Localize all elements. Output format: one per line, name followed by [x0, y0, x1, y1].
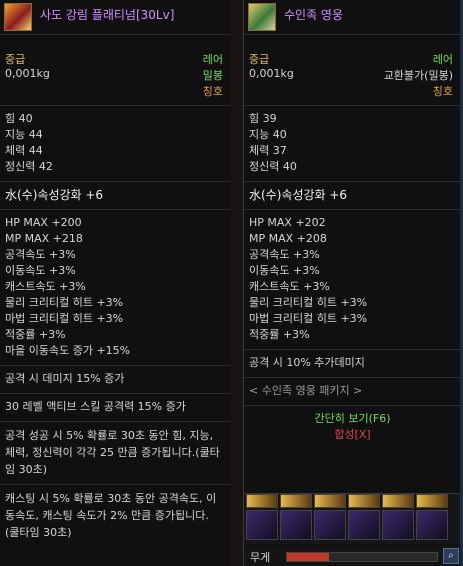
inventory-slot[interactable]	[246, 494, 278, 508]
search-icon[interactable]: ⌕	[443, 548, 459, 564]
divider	[0, 421, 231, 422]
weight-bar-fill	[287, 553, 329, 561]
right-bonus: MP MAX +208	[249, 232, 327, 245]
left-bonus: 마을 이동속도 증가 +15%	[5, 344, 131, 357]
right-item-title: 수인족 영웅	[284, 8, 344, 22]
left-bonus: 공격속도 +3%	[5, 248, 76, 261]
inventory-slot[interactable]	[280, 510, 312, 540]
left-bonus: 이동속도 +3%	[5, 264, 76, 277]
left-bonus: 마법 크리티컬 히트 +3%	[5, 312, 124, 325]
right-stat: 지능 40	[249, 128, 287, 141]
left-grade: 중급	[5, 53, 26, 66]
right-rarity: 레어	[432, 53, 453, 66]
divider	[244, 209, 461, 210]
left-effect: 공격 성공 시 5% 확률로 30초 동안 힘, 지능, 체력, 정신력이 각각…	[5, 429, 220, 476]
left-stat: 체력 44	[5, 144, 43, 157]
left-effect: 30 레벨 액티브 스킬 공격력 15% 증가	[5, 400, 186, 413]
divider	[0, 181, 231, 182]
right-element: 水(수)속성강화 +6	[249, 188, 348, 202]
right-grade: 중급	[249, 53, 270, 66]
window-gap	[231, 0, 243, 566]
simple-view-toggle[interactable]: 간단히 보기(F6)	[244, 411, 461, 427]
inventory-slot[interactable]	[314, 510, 346, 540]
right-item-tooltip: 수인족 영웅 중급 레어 0,001kg 교환불가(밀봉) 칭호 힘 39 지능…	[243, 0, 461, 566]
left-stat: 정신력 42	[5, 160, 53, 173]
right-weight: 0,001kg	[249, 67, 294, 80]
right-bonus: 물리 크리티컬 히트 +3%	[249, 296, 368, 309]
left-item-tooltip: 사도 강림 플래티넘[30Lv] 중급 레어 0,001kg 밀봉 칭호 힘 4…	[0, 0, 232, 566]
divider	[244, 405, 461, 406]
inventory-slot[interactable]	[348, 510, 380, 540]
left-effect: 공격 시 데미지 15% 증가	[5, 372, 125, 385]
inventory-strip	[244, 493, 461, 544]
weight-label: 무게	[250, 551, 271, 564]
inventory-slot[interactable]	[382, 494, 414, 508]
divider	[244, 377, 461, 378]
inventory-slot[interactable]	[416, 510, 448, 540]
left-bind: 밀봉	[202, 69, 223, 82]
left-bonus: MP MAX +218	[5, 232, 83, 245]
right-item-icon	[248, 3, 276, 31]
right-stat: 정신력 40	[249, 160, 297, 173]
divider	[244, 181, 461, 182]
right-bonus: 마법 크리티컬 히트 +3%	[249, 312, 368, 325]
weight-bar	[286, 552, 438, 562]
right-bonus: HP MAX +202	[249, 216, 326, 229]
left-item-icon	[4, 3, 32, 31]
left-bonus: 물리 크리티컬 히트 +3%	[5, 296, 124, 309]
weight-bar-area: 무게 ⌕	[244, 546, 461, 566]
right-package-name: < 수인족 영웅 패키지 >	[249, 384, 363, 397]
left-stat: 힘 40	[5, 112, 33, 125]
divider	[0, 484, 231, 485]
right-bonus: 공격속도 +3%	[249, 248, 320, 261]
right-bonus: 이동속도 +3%	[249, 264, 320, 277]
inventory-slot[interactable]	[348, 494, 380, 508]
right-type: 칭호	[432, 85, 453, 98]
left-bonus: 캐스트속도 +3%	[5, 280, 86, 293]
synthesis-button[interactable]: 합성[X]	[244, 427, 461, 443]
inventory-slot[interactable]	[246, 510, 278, 540]
inventory-slot[interactable]	[416, 494, 448, 508]
left-element: 水(수)속성강화 +6	[5, 188, 104, 202]
left-stat: 지능 44	[5, 128, 43, 141]
right-stat: 체력 37	[249, 144, 287, 157]
inventory-slot[interactable]	[382, 510, 414, 540]
right-bind: 교환불가(밀봉)	[383, 69, 453, 82]
divider	[244, 349, 461, 350]
left-header: 사도 강림 플래티넘[30Lv]	[0, 0, 231, 35]
right-bonus: 캐스트속도 +3%	[249, 280, 330, 293]
left-type: 칭호	[202, 85, 223, 98]
right-effect: 공격 시 10% 추가데미지	[249, 356, 365, 369]
left-rarity: 레어	[202, 53, 223, 66]
inventory-slot[interactable]	[314, 494, 346, 508]
divider	[0, 365, 231, 366]
divider	[244, 105, 461, 106]
left-bonus: 적중률 +3%	[5, 328, 66, 341]
inventory-slot[interactable]	[280, 494, 312, 508]
left-item-title: 사도 강림 플래티넘[30Lv]	[40, 8, 175, 22]
right-header: 수인족 영웅	[244, 0, 461, 35]
right-stat: 힘 39	[249, 112, 277, 125]
right-bonus: 적중률 +3%	[249, 328, 310, 341]
left-bonus: HP MAX +200	[5, 216, 82, 229]
divider	[0, 105, 231, 106]
divider	[0, 209, 231, 210]
left-weight: 0,001kg	[5, 67, 50, 80]
divider	[0, 393, 231, 394]
left-effect: 캐스팅 시 5% 확률로 30초 동안 공격속도, 이동속도, 캐스팅 속도가 …	[5, 492, 217, 539]
